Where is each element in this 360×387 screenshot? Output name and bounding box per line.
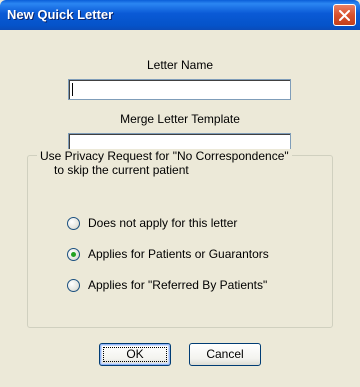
ok-button-label: OK: [126, 347, 144, 361]
radio-button-selected[interactable]: [67, 248, 80, 261]
merge-template-label: Merge Letter Template: [120, 112, 240, 126]
text-caret: [72, 83, 73, 96]
cancel-button-label: Cancel: [206, 347, 244, 361]
ok-button[interactable]: OK: [99, 343, 171, 366]
radio-button[interactable]: [67, 279, 80, 292]
privacy-groupbox: [27, 155, 333, 328]
privacy-group-label-line1: Use Privacy Request for "No Corresponden…: [40, 149, 289, 163]
radio-label: Applies for Patients or Guarantors: [88, 247, 269, 261]
dialog-body: Letter Name Merge Letter Template Use Pr…: [0, 30, 360, 387]
radio-button[interactable]: [67, 217, 80, 230]
cancel-button[interactable]: Cancel: [189, 343, 261, 366]
privacy-group-label-line2: to skip the current patient: [54, 163, 189, 177]
close-icon: [339, 10, 350, 21]
radio-label: Does not apply for this letter: [88, 216, 238, 230]
radio-label: Applies for "Referred By Patients": [88, 278, 268, 292]
title-bar[interactable]: New Quick Letter: [0, 0, 360, 30]
privacy-group-label: Use Privacy Request for "No Corresponden…: [37, 149, 292, 177]
close-button[interactable]: [333, 4, 356, 26]
window-title: New Quick Letter: [7, 7, 114, 22]
radio-selected-dot: [71, 252, 76, 257]
letter-name-label: Letter Name: [146, 58, 214, 72]
letter-name-input[interactable]: [68, 79, 291, 100]
